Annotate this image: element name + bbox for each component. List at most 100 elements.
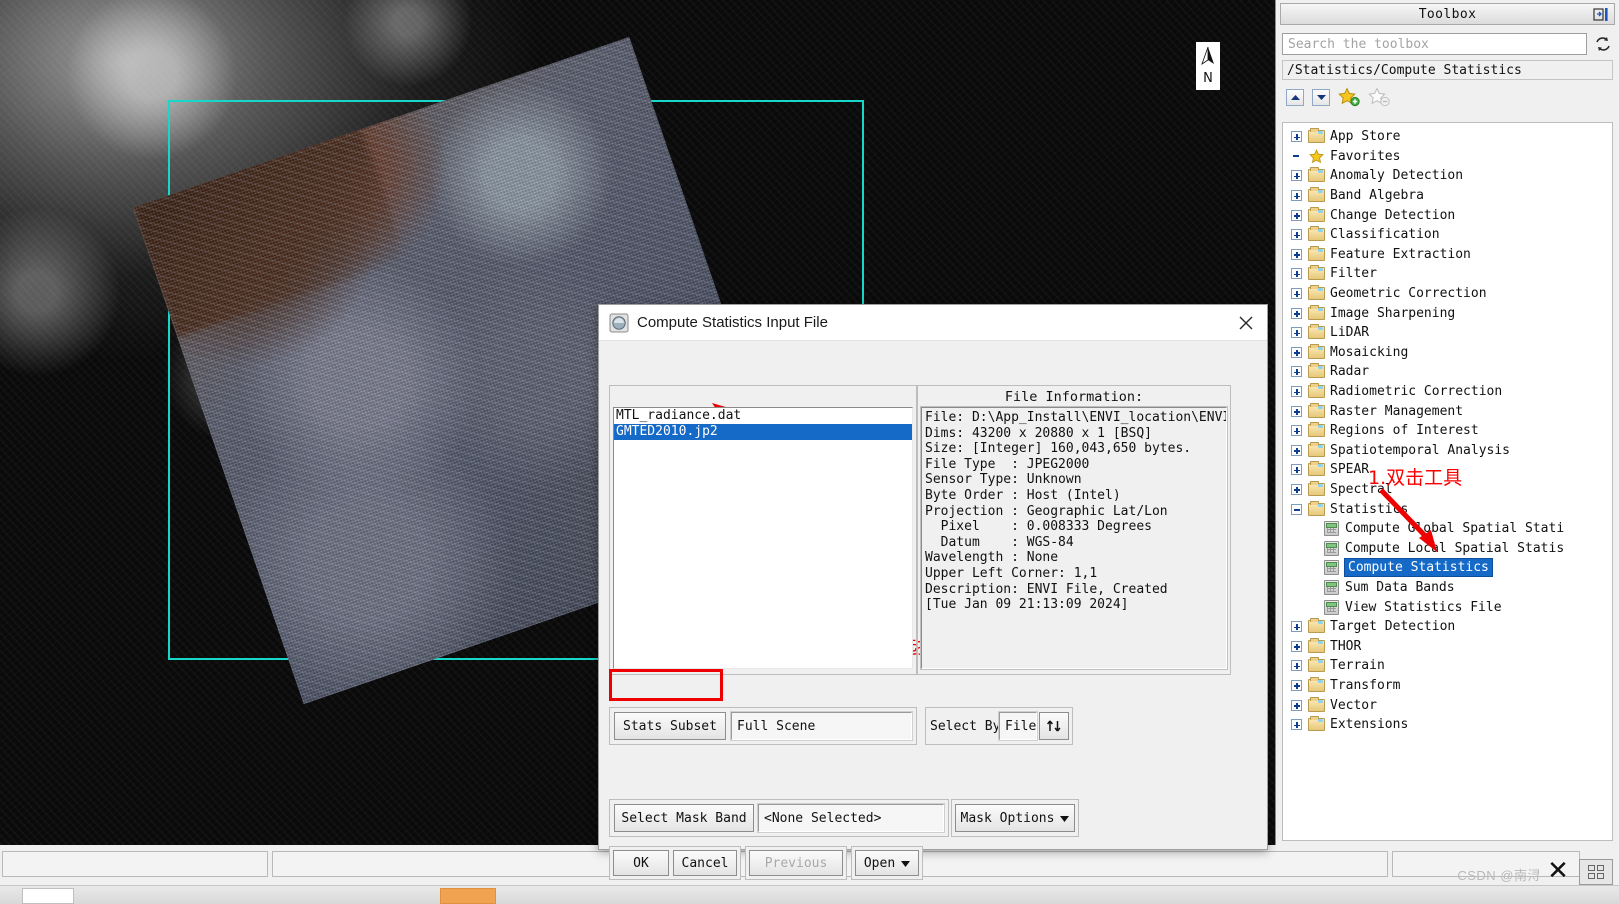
tree-item-image-sharpening[interactable]: Image Sharpening (1283, 303, 1612, 323)
expand-icon[interactable] (1291, 405, 1302, 417)
tree-item-compute-local-spatial-statis[interactable]: Compute Local Spatial Statis (1283, 538, 1612, 558)
refresh-icon[interactable] (1593, 34, 1613, 54)
tree-item-radiometric-correction[interactable]: Radiometric Correction (1283, 382, 1612, 402)
expand-icon[interactable] (1291, 248, 1302, 260)
close-icon[interactable] (1231, 310, 1261, 336)
dialog-body: Select Input File: MTL_radiance.datGMTED… (599, 341, 1267, 880)
expand-icon[interactable] (1291, 327, 1302, 339)
expand-icon[interactable] (1291, 170, 1302, 182)
tree-item-band-algebra[interactable]: Band Algebra (1283, 186, 1612, 206)
ok-button[interactable]: OK (613, 850, 669, 876)
expand-icon[interactable] (1291, 621, 1302, 633)
expand-icon[interactable] (1291, 229, 1302, 241)
tool-icon (1324, 540, 1339, 556)
tree-item-sum-data-bands[interactable]: Sum Data Bands (1283, 578, 1612, 598)
tree-item-anomaly-detection[interactable]: Anomaly Detection (1283, 166, 1612, 186)
tree-item-target-detection[interactable]: Target Detection (1283, 617, 1612, 637)
tree-item-view-statistics-file[interactable]: View Statistics File (1283, 597, 1612, 617)
previous-button[interactable]: Previous (749, 850, 843, 876)
tool-icon (1324, 521, 1339, 537)
expand-icon[interactable] (1291, 288, 1302, 300)
tree-item-vector[interactable]: Vector (1283, 695, 1612, 715)
tree-item-terrain[interactable]: Terrain (1283, 656, 1612, 676)
tree-item-lidar[interactable]: LiDAR (1283, 323, 1612, 343)
expand-icon[interactable] (1291, 464, 1302, 476)
tree-item-favorites[interactable]: Favorites (1283, 147, 1612, 167)
expand-icon[interactable] (1291, 483, 1302, 495)
tree-item-compute-global-spatial-stati[interactable]: Compute Global Spatial Stati (1283, 519, 1612, 539)
tree-item-label: App Store (1330, 129, 1401, 145)
toolbox-titlebar: Toolbox (1280, 3, 1615, 25)
chevron-down-icon[interactable] (1312, 88, 1330, 106)
taskbar-active-tile[interactable] (440, 888, 496, 904)
file-list-item[interactable]: GMTED2010.jp2 (614, 424, 912, 440)
close-icon[interactable]: ✕ (1545, 857, 1571, 883)
auto-hide-pin-icon[interactable] (1592, 6, 1610, 23)
expand-icon[interactable] (1291, 386, 1302, 398)
file-info-line: File: D:\App_Install\ENVI_location\ENVI5… (925, 410, 1227, 425)
tree-item-label: THOR (1330, 638, 1362, 654)
file-list[interactable]: MTL_radiance.dat GMTED2010.jp2 (613, 407, 913, 669)
select-mask-band-button[interactable]: Select Mask Band (614, 804, 754, 832)
tree-item-geometric-correction[interactable]: Geometric Correction (1283, 284, 1612, 304)
tree-item-spatiotemporal-analysis[interactable]: Spatiotemporal Analysis (1283, 441, 1612, 461)
folder-icon (1308, 716, 1325, 732)
expand-icon[interactable] (1291, 660, 1302, 672)
tree-item-raster-management[interactable]: Raster Management (1283, 401, 1612, 421)
expand-icon[interactable] (1291, 190, 1302, 202)
expand-icon[interactable] (1291, 131, 1302, 143)
tree-item-app-store[interactable]: App Store (1283, 127, 1612, 147)
tree-item-regions-of-interest[interactable]: Regions of Interest (1283, 421, 1612, 441)
folder-icon (1308, 657, 1325, 673)
caret-down-icon (1060, 811, 1070, 826)
expand-icon[interactable] (1291, 719, 1302, 731)
collapse-icon[interactable] (1291, 503, 1302, 515)
expand-icon[interactable] (1291, 346, 1302, 358)
chevron-up-icon[interactable] (1286, 88, 1304, 106)
tree-item-compute-statistics[interactable]: Compute Statistics (1283, 558, 1612, 578)
tree-item-filter[interactable]: Filter (1283, 264, 1612, 284)
tree-item-label: Compute Statistics (1344, 558, 1493, 578)
folder-icon (1308, 422, 1325, 438)
taskbar[interactable] (0, 885, 1619, 904)
tree-item-thor[interactable]: THOR (1283, 636, 1612, 656)
tree-item-label: SPEAR (1330, 462, 1370, 478)
sort-updown-icon[interactable] (1039, 712, 1069, 740)
tree-item-classification[interactable]: Classification (1283, 225, 1612, 245)
taskbar-start-tile[interactable] (22, 888, 74, 904)
tree-item-statistics[interactable]: Statistics (1283, 499, 1612, 519)
open-label: Open (863, 855, 896, 871)
tree-item-mosaicking[interactable]: Mosaicking (1283, 343, 1612, 363)
expand-icon[interactable] (1291, 366, 1302, 378)
star-add-icon[interactable] (1338, 87, 1360, 107)
expand-icon[interactable] (1291, 209, 1302, 221)
open-button[interactable]: Open (855, 850, 919, 876)
expand-icon[interactable] (1291, 444, 1302, 456)
compute-statistics-input-file-dialog[interactable]: Compute Statistics Input File Select Inp… (598, 304, 1268, 880)
restore-window-icon[interactable] (1579, 859, 1613, 885)
expand-icon[interactable] (1291, 425, 1302, 437)
expand-icon[interactable] (1291, 699, 1302, 711)
cancel-button[interactable]: Cancel (673, 850, 737, 876)
tree-item-extensions[interactable]: Extensions (1283, 715, 1612, 735)
search-input[interactable] (1282, 33, 1587, 55)
expand-icon[interactable] (1291, 307, 1302, 319)
tree-item-feature-extraction[interactable]: Feature Extraction (1283, 245, 1612, 265)
expand-icon[interactable] (1291, 640, 1302, 652)
tree-item-label: Raster Management (1330, 403, 1464, 419)
file-list-item[interactable]: MTL_radiance.dat (614, 408, 912, 424)
tree-item-transform[interactable]: Transform (1283, 676, 1612, 696)
tree-item-label: Band Algebra (1330, 188, 1424, 204)
tree-item-radar[interactable]: Radar (1283, 362, 1612, 382)
expand-icon[interactable] (1291, 268, 1302, 280)
expand-icon[interactable] (1291, 679, 1302, 691)
stats-subset-button[interactable]: Stats Subset (614, 712, 726, 740)
tree-item-change-detection[interactable]: Change Detection (1283, 205, 1612, 225)
envi-app-icon (609, 313, 629, 333)
file-info-line: Byte Order : Host (Intel) (925, 487, 1121, 503)
star-remove-icon[interactable] (1368, 87, 1390, 107)
toolbox-panel[interactable]: Toolbox /Statistics/Compute Sta (1275, 0, 1619, 845)
anno-1-text: 1.双击工具 (1368, 467, 1463, 489)
folder-icon (1308, 461, 1325, 477)
mask-options-button[interactable]: Mask Options (955, 804, 1075, 832)
